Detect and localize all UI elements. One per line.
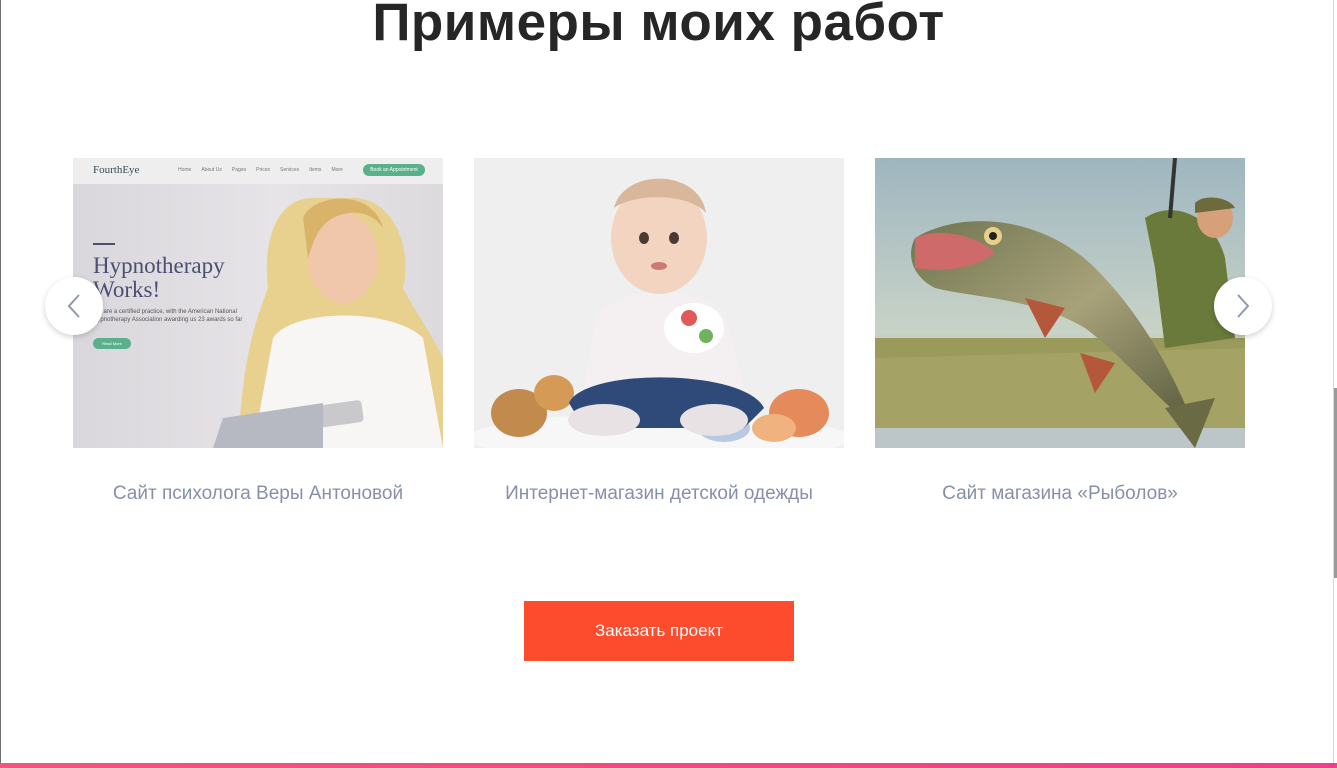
- preview-cta: Book an Appointment: [363, 164, 425, 176]
- bottom-accent-line: [0, 763, 1337, 768]
- window-left-border: [0, 0, 1, 768]
- preview-nav-item: Prices: [256, 167, 271, 173]
- fishing-pike-image: [875, 158, 1245, 448]
- preview-nav: Home About Us Pages Prices Services Item…: [178, 167, 343, 173]
- preview-nav-item: Pages: [231, 167, 247, 173]
- chevron-right-icon: [1237, 294, 1250, 318]
- portfolio-card-kids-shop[interactable]: Интернет-магазин детской одежды: [474, 158, 844, 505]
- preview-text: We are a certified practice, with the Am…: [93, 309, 243, 323]
- portfolio-caption[interactable]: Сайт магазина «Рыболов»: [875, 483, 1245, 505]
- preview-headline: Hypnotherapy Works!: [93, 254, 263, 302]
- preview-divider: [93, 243, 115, 245]
- preview-headline-line: Hypnotherapy: [93, 253, 225, 278]
- scrollbar-track[interactable]: [1333, 0, 1334, 768]
- preview-headline-line: Works!: [93, 277, 161, 302]
- preview-nav-item: Services: [280, 167, 300, 173]
- carousel-next-button[interactable]: [1214, 277, 1272, 335]
- preview-nav-item: Home: [178, 167, 192, 173]
- section-title: Примеры моих работ: [372, 0, 945, 52]
- portfolio-image-fishing-shop[interactable]: [875, 158, 1245, 448]
- preview-nav-item: About Us: [201, 167, 222, 173]
- psychologist-preview-image: [73, 158, 443, 448]
- portfolio-caption[interactable]: Интернет-магазин детской одежды: [474, 483, 844, 505]
- preview-logo: FourthEye: [93, 164, 140, 176]
- portfolio-card-fishing-shop[interactable]: Сайт магазина «Рыболов»: [875, 158, 1245, 505]
- portfolio-image-kids-shop[interactable]: [474, 158, 844, 448]
- preview-button: Read More: [93, 338, 131, 349]
- portfolio-card-psychologist[interactable]: FourthEye Home About Us Pages Prices Ser…: [73, 158, 443, 505]
- portfolio-caption[interactable]: Сайт психолога Веры Антоновой: [73, 483, 443, 505]
- preview-nav-item: Items: [309, 167, 322, 173]
- carousel-prev-button[interactable]: [45, 277, 103, 335]
- order-project-button[interactable]: Заказать проект: [524, 601, 794, 661]
- preview-nav-item: More: [331, 167, 343, 173]
- chevron-left-icon: [67, 294, 80, 318]
- baby-photo-image: [474, 158, 844, 448]
- portfolio-image-psychologist[interactable]: FourthEye Home About Us Pages Prices Ser…: [73, 158, 443, 448]
